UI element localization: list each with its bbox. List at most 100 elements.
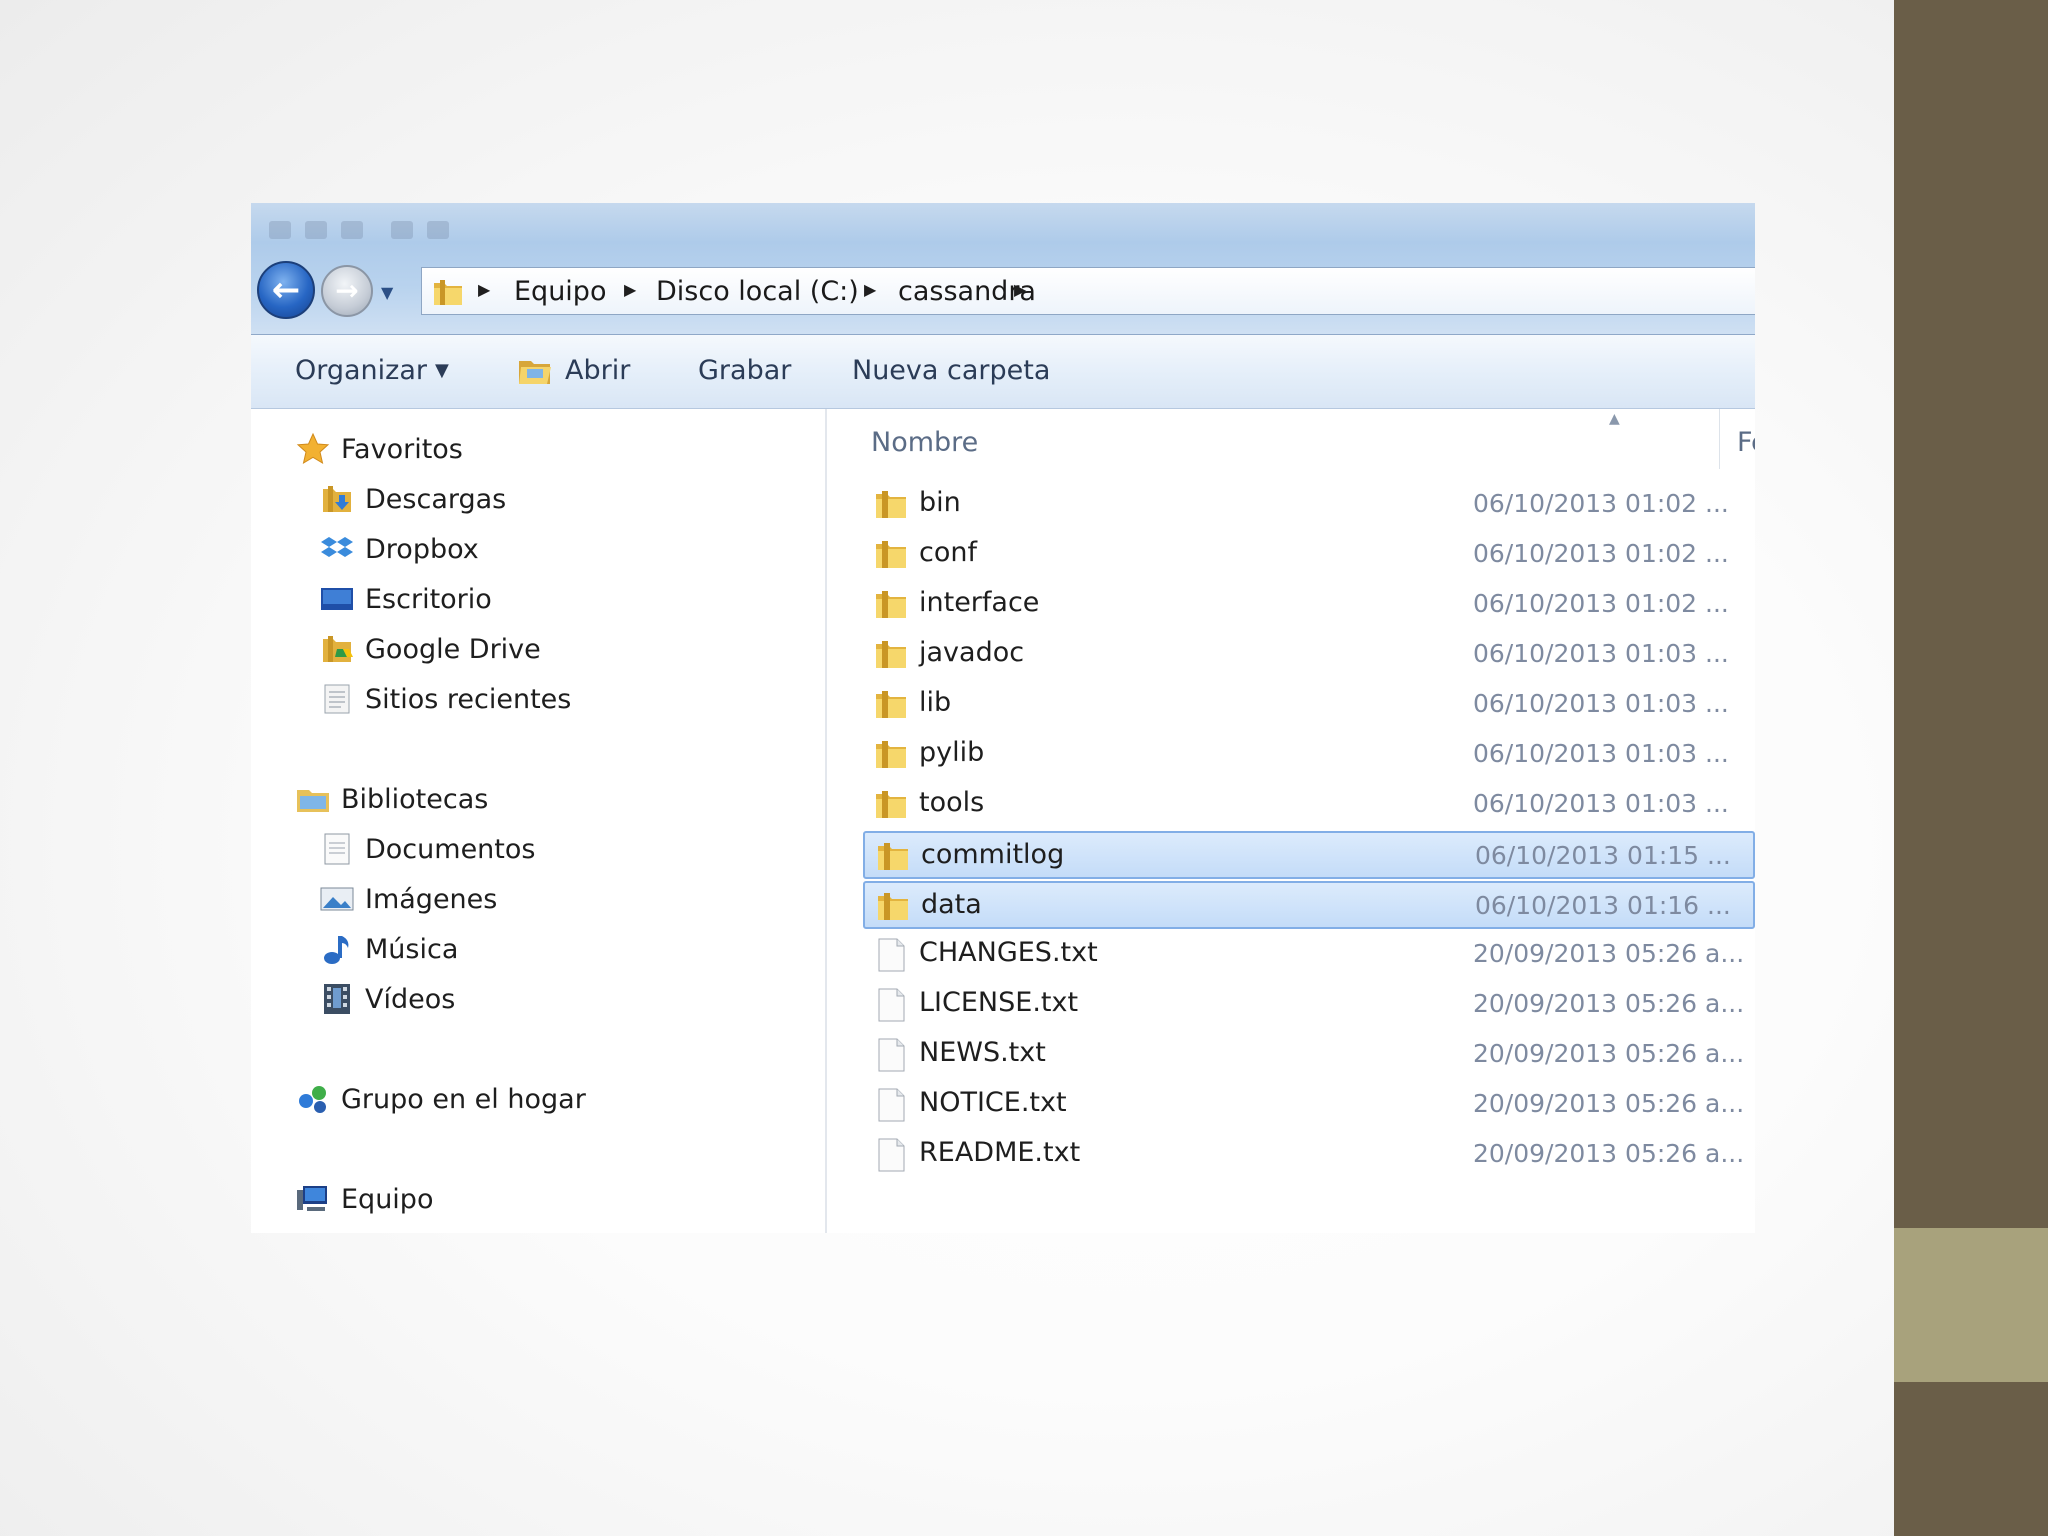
nav-homegroup-label: Grupo en el hogar bbox=[341, 1083, 586, 1115]
address-bar[interactable]: ▶ Equipo ▶ Disco local (C:) ▶ cassandra … bbox=[421, 267, 1755, 315]
column-header-date[interactable]: Fecha de modifica... bbox=[1737, 427, 1755, 458]
file-name: NOTICE.txt bbox=[919, 1087, 1067, 1118]
file-name: README.txt bbox=[919, 1137, 1081, 1168]
file-name: bin bbox=[919, 487, 961, 518]
folder-icon bbox=[876, 691, 906, 718]
videos-icon bbox=[324, 984, 350, 1014]
libraries-icon bbox=[297, 790, 329, 812]
file-row[interactable]: tools 06/10/2013 01:03 ... bbox=[863, 781, 1755, 829]
file-row[interactable]: pylib 06/10/2013 01:03 ... bbox=[863, 731, 1755, 779]
burn-button[interactable]: Grabar bbox=[698, 355, 791, 386]
text-file-icon bbox=[878, 1088, 905, 1122]
file-row[interactable]: lib 06/10/2013 01:03 ... bbox=[863, 681, 1755, 729]
organize-label: Organizar bbox=[295, 355, 427, 386]
column-divider[interactable] bbox=[1719, 409, 1720, 469]
explorer-window: ← → ▼ ▶ Equipo ▶ Disco local (C:) ▶ cass… bbox=[251, 203, 1755, 1233]
file-name: javadoc bbox=[919, 637, 1025, 668]
caret-down-icon: ▼ bbox=[435, 360, 449, 381]
nav-homegroup[interactable]: Grupo en el hogar bbox=[295, 1079, 586, 1119]
breadcrumb-separator-icon[interactable]: ▶ bbox=[624, 280, 636, 299]
file-name: LICENSE.txt bbox=[919, 987, 1079, 1018]
quick-access-icon[interactable] bbox=[269, 221, 291, 239]
file-row[interactable]: interface 06/10/2013 01:02 ... bbox=[863, 581, 1755, 629]
back-button[interactable]: ← bbox=[257, 261, 315, 319]
recent-places-icon bbox=[324, 684, 350, 714]
nav-favorites[interactable]: Favoritos bbox=[295, 429, 463, 469]
nav-item-label: Escritorio bbox=[365, 583, 492, 615]
nav-item-label: Imágenes bbox=[365, 883, 498, 915]
folder-icon bbox=[876, 741, 906, 768]
forward-button[interactable]: → bbox=[321, 265, 373, 317]
slide-decoration-bar bbox=[1894, 0, 2048, 1536]
nav-computer[interactable]: Equipo bbox=[295, 1179, 433, 1219]
music-icon bbox=[324, 936, 349, 964]
breadcrumb-item-equipo[interactable]: Equipo bbox=[514, 276, 606, 307]
quick-access-icon[interactable] bbox=[305, 221, 327, 239]
quick-access-icon[interactable] bbox=[391, 221, 413, 239]
open-folder-icon[interactable] bbox=[517, 355, 553, 387]
folder-icon bbox=[876, 791, 906, 818]
nav-item-label: Sitios recientes bbox=[365, 683, 572, 715]
nav-item-documentos[interactable]: Documentos bbox=[319, 829, 535, 869]
file-row[interactable]: commitlog 06/10/2013 01:15 ... bbox=[863, 831, 1755, 879]
breadcrumb-separator-icon[interactable]: ▶ bbox=[478, 280, 490, 299]
file-row[interactable]: bin 06/10/2013 01:02 ... bbox=[863, 481, 1755, 529]
nav-item-label: Documentos bbox=[365, 833, 536, 865]
recent-pages-dropdown[interactable]: ▼ bbox=[381, 283, 393, 302]
nav-item-google-drive[interactable]: Google Drive bbox=[319, 629, 541, 669]
file-name: tools bbox=[919, 787, 985, 818]
file-list-pane: Nombre ▲ Fecha de modifica... bin 06/10/2… bbox=[829, 409, 1755, 1233]
nav-item-escritorio[interactable]: Escritorio bbox=[319, 579, 492, 619]
open-button[interactable]: Abrir bbox=[565, 355, 630, 386]
quick-access-icon[interactable] bbox=[341, 221, 363, 239]
nav-libraries[interactable]: Bibliotecas bbox=[295, 779, 488, 819]
nav-item-imagenes[interactable]: Imágenes bbox=[319, 879, 497, 919]
computer-icon bbox=[297, 1186, 327, 1211]
breadcrumb-item-disco-local[interactable]: Disco local (C:) bbox=[656, 276, 859, 307]
nav-item-musica[interactable]: Música bbox=[319, 929, 458, 969]
nav-item-sitios-recientes[interactable]: Sitios recientes bbox=[319, 679, 571, 719]
file-name: lib bbox=[919, 687, 952, 718]
file-date: 06/10/2013 01:03 ... bbox=[1473, 739, 1729, 768]
nav-item-dropbox[interactable]: Dropbox bbox=[319, 529, 479, 569]
homegroup-icon bbox=[299, 1086, 326, 1113]
file-row[interactable]: CHANGES.txt 20/09/2013 05:26 a... bbox=[863, 931, 1755, 979]
file-row[interactable]: LICENSE.txt 20/09/2013 05:26 a... bbox=[863, 981, 1755, 1029]
file-name: interface bbox=[919, 587, 1040, 618]
organize-button[interactable]: Organizar ▼ bbox=[295, 355, 449, 386]
slide-decoration-accent bbox=[1894, 1228, 2048, 1382]
file-name: CHANGES.txt bbox=[919, 937, 1098, 968]
text-file-icon bbox=[878, 1138, 905, 1172]
folder-icon bbox=[876, 591, 906, 618]
star-icon bbox=[296, 432, 330, 465]
file-row[interactable]: data 06/10/2013 01:16 ... bbox=[863, 881, 1755, 929]
file-row[interactable]: NEWS.txt 20/09/2013 05:26 a... bbox=[863, 1031, 1755, 1079]
folder-icon bbox=[878, 893, 908, 920]
folder-icon bbox=[876, 491, 906, 518]
new-folder-button[interactable]: Nueva carpeta bbox=[852, 355, 1050, 386]
google-drive-icon bbox=[323, 636, 353, 662]
file-name: commitlog bbox=[921, 839, 1065, 870]
file-row[interactable]: javadoc 06/10/2013 01:03 ... bbox=[863, 631, 1755, 679]
file-date: 06/10/2013 01:03 ... bbox=[1473, 689, 1729, 718]
file-date: 06/10/2013 01:03 ... bbox=[1473, 789, 1729, 818]
nav-libraries-label: Bibliotecas bbox=[341, 783, 489, 815]
file-name: NEWS.txt bbox=[919, 1037, 1046, 1068]
nav-favorites-label: Favoritos bbox=[341, 433, 463, 465]
file-date: 20/09/2013 05:26 a... bbox=[1473, 1039, 1745, 1068]
nav-item-descargas[interactable]: Descargas bbox=[319, 479, 506, 519]
sort-ascending-icon: ▲ bbox=[1609, 411, 1620, 427]
file-row[interactable]: NOTICE.txt 20/09/2013 05:26 a... bbox=[863, 1081, 1755, 1129]
column-header-name[interactable]: Nombre bbox=[871, 427, 978, 458]
breadcrumb-separator-icon[interactable]: ▶ bbox=[864, 280, 876, 299]
desktop-icon bbox=[321, 588, 353, 610]
nav-item-videos[interactable]: Vídeos bbox=[319, 979, 455, 1019]
quick-access-icon[interactable] bbox=[427, 221, 449, 239]
breadcrumb-separator-icon[interactable]: ▶ bbox=[1014, 280, 1026, 299]
file-date: 06/10/2013 01:16 ... bbox=[1475, 891, 1731, 920]
file-row[interactable]: conf 06/10/2013 01:02 ... bbox=[863, 531, 1755, 579]
command-bar: Organizar ▼ Abrir Grabar Nueva carpeta bbox=[251, 335, 1755, 409]
text-file-icon bbox=[878, 938, 905, 972]
file-name: data bbox=[921, 889, 982, 920]
file-row[interactable]: README.txt 20/09/2013 05:26 a... bbox=[863, 1131, 1755, 1179]
